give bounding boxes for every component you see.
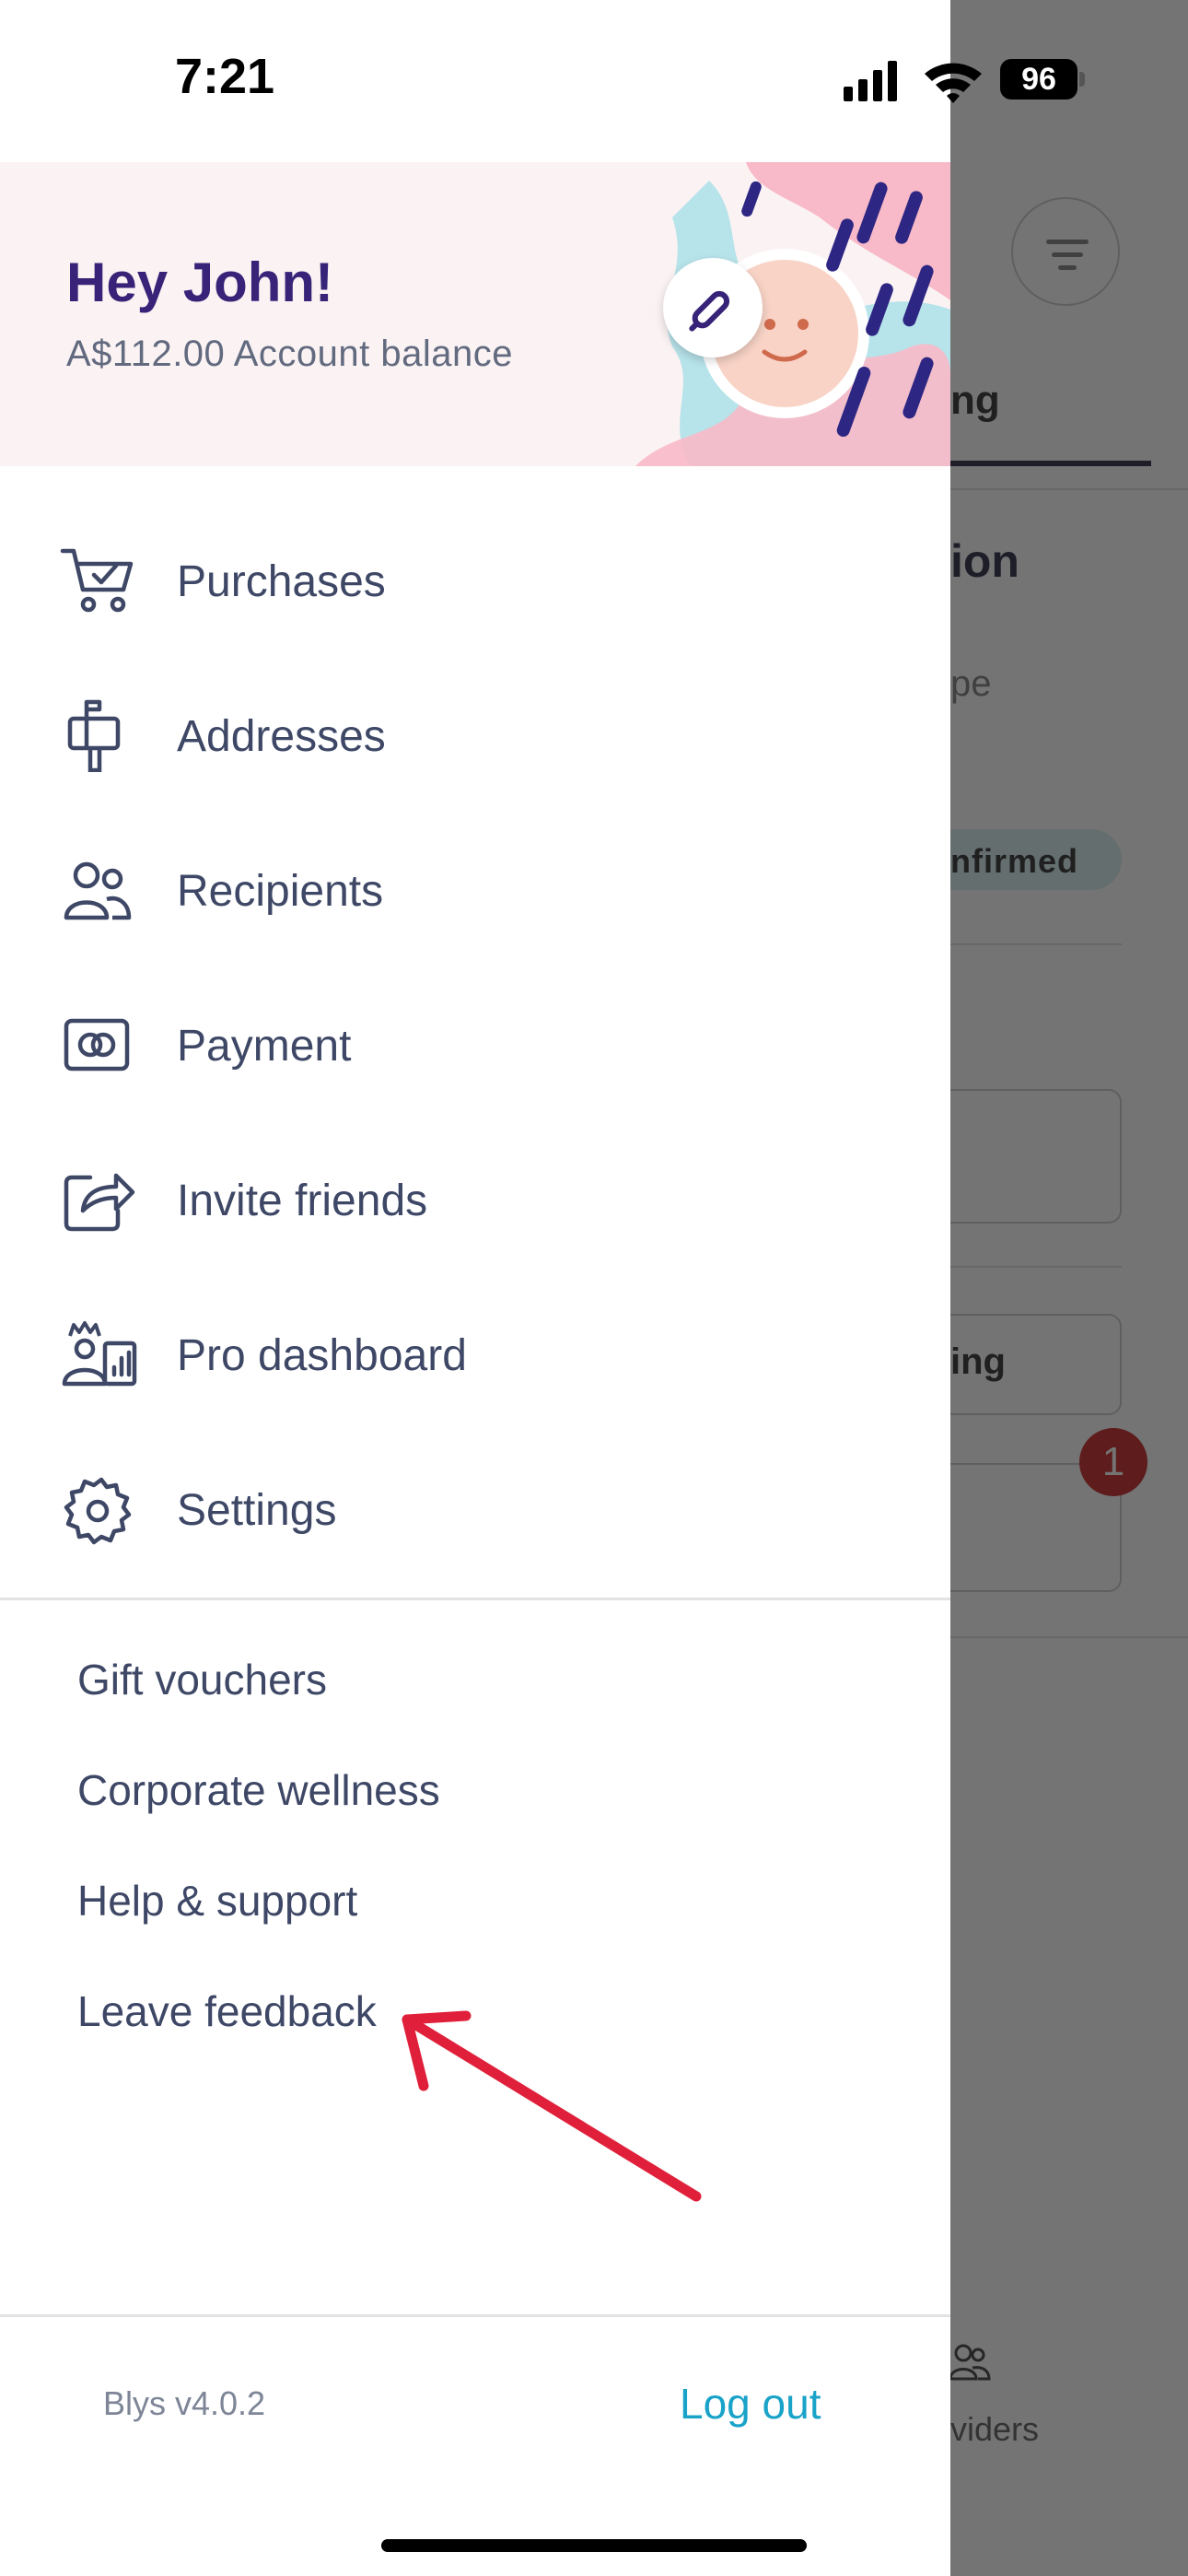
- menu-divider: [0, 1598, 950, 1600]
- menu-item-label: Payment: [177, 1022, 352, 1071]
- menu-item-pro-dashboard[interactable]: Pro dashboard: [0, 1290, 950, 1419]
- app-version: Blys v4.0.2: [103, 2384, 266, 2422]
- edit-profile-button[interactable]: [663, 258, 763, 357]
- footer-divider: [0, 2314, 950, 2317]
- menu-item-label: Recipients: [177, 867, 384, 916]
- menu-item-label: Settings: [177, 1486, 337, 1535]
- menu-item-purchases[interactable]: Purchases: [0, 516, 950, 645]
- gear-icon: [64, 1477, 132, 1545]
- menu-item-label: Pro dashboard: [177, 1331, 467, 1380]
- menu-item-label: Addresses: [177, 712, 386, 761]
- side-drawer: 7:21 96 Hey John! A$112.00 Account balan…: [0, 0, 1085, 2576]
- menu-item-label: Purchases: [177, 557, 386, 606]
- menu-item-addresses[interactable]: Addresses: [0, 671, 950, 800]
- link-corporate-wellness[interactable]: Corporate wellness: [77, 1765, 440, 1815]
- link-leave-feedback[interactable]: Leave feedback: [77, 1986, 377, 2036]
- home-indicator[interactable]: [381, 2539, 807, 2552]
- account-balance: A$112.00 Account balance: [66, 334, 513, 374]
- pro-dashboard-icon: [62, 1321, 137, 1387]
- people-icon: [64, 861, 132, 920]
- annotation-arrow-icon: [402, 2010, 702, 2202]
- logout-button[interactable]: Log out: [680, 2379, 821, 2429]
- link-help-support[interactable]: Help & support: [77, 1876, 357, 1926]
- battery-icon: [1079, 72, 1085, 87]
- menu-item-label: Invite friends: [177, 1177, 428, 1225]
- profile-header: Hey John! A$112.00 Account balance: [0, 162, 950, 466]
- pencil-icon: [689, 290, 730, 332]
- menu-item-payment[interactable]: Payment: [0, 980, 950, 1109]
- link-gift-vouchers[interactable]: Gift vouchers: [77, 1655, 327, 1704]
- cart-check-icon: [60, 548, 134, 613]
- greeting: Hey John!: [66, 252, 334, 313]
- menu-item-invite-friends[interactable]: Invite friends: [0, 1135, 950, 1264]
- battery-level: 96: [1000, 59, 1077, 100]
- card-icon: [64, 1018, 130, 1071]
- dim-overlay[interactable]: [950, 0, 1188, 2576]
- menu-item-recipients[interactable]: Recipients: [0, 825, 950, 954]
- menu-item-settings[interactable]: Settings: [0, 1445, 950, 1574]
- status-time: 7:21: [175, 49, 275, 104]
- share-icon: [64, 1173, 135, 1232]
- mailbox-icon: [67, 699, 121, 772]
